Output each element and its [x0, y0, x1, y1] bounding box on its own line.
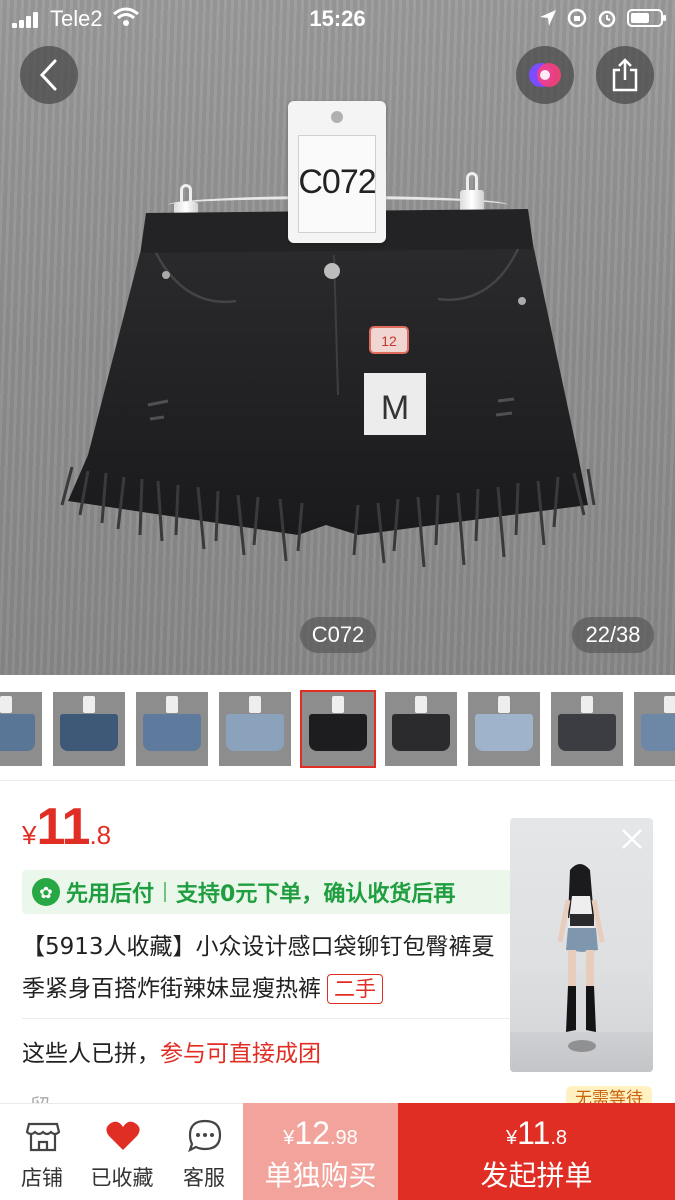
chevron-left-icon [39, 59, 57, 91]
hang-tag-code: C072 [298, 163, 376, 201]
price-currency: ¥ [22, 820, 37, 850]
second-hand-tag: 二手 [327, 974, 383, 1004]
shop-label: 店铺 [21, 1166, 63, 1190]
product-main-image[interactable]: M 12 C072 C072 22/38 [0, 0, 675, 675]
group-buy-prefix: 这些人已拼， [22, 1041, 160, 1067]
rotation-lock-icon [567, 8, 587, 28]
image-code-badge: C072 [300, 617, 376, 653]
favorite-tab[interactable]: 已收藏 [82, 1104, 162, 1200]
group-buy-decimal: .8 [550, 1127, 568, 1149]
customer-service-tab[interactable]: 客服 [164, 1104, 244, 1200]
thumbnail-active[interactable] [300, 690, 376, 768]
buy-alone-currency: ¥ [283, 1127, 295, 1149]
customer-service-label: 客服 [183, 1166, 225, 1190]
favorite-label: 已收藏 [90, 1166, 154, 1190]
battery-icon [627, 9, 666, 27]
group-buy-currency: ¥ [505, 1127, 518, 1149]
thumbnail[interactable] [136, 692, 208, 766]
buy-alone-price: ¥12.98 [243, 1115, 398, 1152]
pay-later-icon: ✿ [32, 878, 60, 906]
pay-later-label: 先用后付 [66, 882, 155, 907]
app-logo-icon [529, 63, 561, 87]
buy-alone-decimal: .98 [329, 1127, 358, 1149]
denim-shorts-image: M 12 [60, 209, 596, 568]
group-buy-price: ¥11.8 [398, 1115, 675, 1152]
product-title: 【5913人收藏】小众设计感口袋铆钉包臀裤夏季紧身百搭炸街辣妹显瘦热裤 二手 [22, 926, 512, 1010]
floating-video-preview[interactable] [510, 818, 653, 1072]
buy-alone-integer: 12 [294, 1115, 330, 1151]
price-sticker: 12 [381, 333, 397, 349]
back-button[interactable] [20, 46, 78, 104]
hang-tag: C072 [288, 101, 386, 243]
thumbnail[interactable] [551, 692, 623, 766]
pay-later-text: 支持0元下单，确认收货后再 [176, 882, 456, 907]
store-icon [25, 1122, 61, 1152]
group-buy-highlight: 参与可直接成团 [160, 1041, 321, 1067]
buy-alone-button[interactable]: ¥12.98 单独购买 [243, 1103, 398, 1200]
thumbnail-strip[interactable] [0, 686, 675, 774]
pay-later-banner[interactable]: ✿ 先用后付 支持0元下单，确认收货后再 [22, 870, 562, 914]
share-button[interactable] [596, 46, 654, 104]
thumbnail[interactable] [385, 692, 457, 766]
product-detail-page: M 12 C072 C072 22/38 Tele2 15:26 ¥11.8 ✿… [0, 0, 675, 1200]
thumbnail[interactable] [219, 692, 291, 766]
product-title-text: 【5913人收藏】小众设计感口袋铆钉包臀裤夏季紧身百搭炸街辣妹显瘦热裤 [22, 934, 495, 1002]
close-icon[interactable] [619, 826, 645, 852]
group-buy-row[interactable]: 这些人已拼，参与可直接成团 [22, 1034, 321, 1068]
chat-bubble-icon [188, 1119, 222, 1153]
size-label: M [381, 389, 409, 427]
thumbnail[interactable] [53, 692, 125, 766]
share-icon [612, 58, 638, 92]
buy-alone-label: 单独购买 [264, 1159, 377, 1192]
product-price: ¥11.8 [22, 797, 111, 857]
group-buy-label: 发起拼单 [480, 1159, 593, 1192]
group-buy-integer: 11 [517, 1115, 551, 1151]
thumbnail[interactable] [634, 692, 675, 766]
alarm-icon [598, 10, 616, 28]
model-figure [557, 864, 605, 1052]
status-bar: Tele2 15:26 [0, 0, 675, 38]
thumbnail[interactable] [0, 692, 42, 766]
shop-tab[interactable]: 店铺 [2, 1104, 82, 1200]
heart-icon [106, 1121, 140, 1150]
price-decimal: .8 [89, 820, 112, 850]
price-integer: 11 [36, 798, 90, 856]
image-counter-badge: 22/38 [572, 617, 654, 653]
app-logo-button[interactable] [516, 46, 574, 104]
separator [164, 882, 167, 902]
location-icon [540, 10, 556, 26]
thumbnail[interactable] [468, 692, 540, 766]
divider [0, 780, 675, 781]
start-group-buy-button[interactable]: ¥11.8 发起拼单 [398, 1103, 675, 1200]
